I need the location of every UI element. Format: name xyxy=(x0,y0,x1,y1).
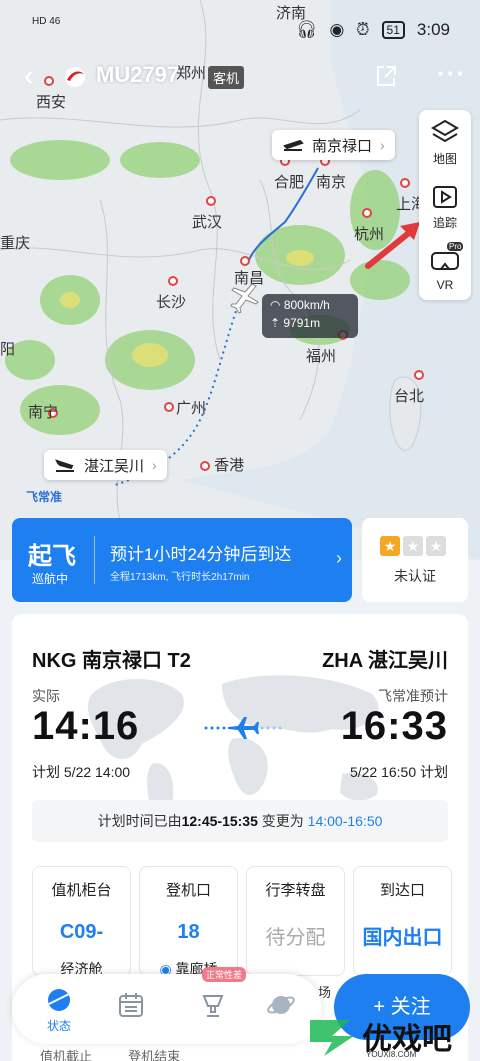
departure-planned: 计划 5/22 14:00 xyxy=(32,764,131,780)
altitude-icon: ⇡ xyxy=(270,316,284,330)
alarm-icon: ⏰︎ xyxy=(356,20,370,39)
next-section-peek: 值机截止 登机结束 xyxy=(40,1049,181,1061)
boarding-gate-tile[interactable]: 登机口 18 ◉ 靠廊桥 xyxy=(139,866,238,977)
eta-text: 预计1小时24分钟后到达 xyxy=(110,545,292,564)
nav-punctuality[interactable] xyxy=(188,990,238,1023)
top-navigation: ‹ MU2797 客机 ··· xyxy=(0,58,480,98)
city-label: 阳 xyxy=(0,341,16,358)
baggage-carousel-tile[interactable]: 行李转盘 待分配 xyxy=(246,866,345,976)
clock: 3:09 xyxy=(416,20,450,39)
speed-gauge-icon: ◠ xyxy=(270,298,284,312)
checkin-counter-tile[interactable]: 值机柜台 C09- 经济舱 xyxy=(32,866,131,977)
site-watermark: 优戏吧 YOUXI8.COM xyxy=(300,1010,480,1061)
chevron-right-icon: › xyxy=(336,548,342,568)
flight-speed-panel[interactable]: ◠ 800km/h ⇡ 9791m xyxy=(262,294,358,338)
departure-time-label: 实际 xyxy=(32,688,60,704)
globe-plane-icon xyxy=(48,989,70,1011)
departure-time: 14:16 xyxy=(32,704,140,748)
flight-state: 起飞 xyxy=(28,543,76,570)
battery-indicator: 51 xyxy=(381,21,405,39)
city-marker: 香港 xyxy=(200,454,244,475)
eye-icon: ◉ xyxy=(329,20,345,39)
more-options-button[interactable]: ··· xyxy=(437,58,466,89)
city-marker: 广州 xyxy=(162,398,206,418)
certification-label: 未认证 xyxy=(394,568,436,584)
landing-icon xyxy=(55,459,74,472)
destination-airport-label[interactable]: 湛江吴川 › xyxy=(44,450,167,480)
airport-info-tiles: 值机柜台 C09- 经济舱 登机口 18 ◉ 靠廊桥 行李转盘 待分配 到达口 … xyxy=(32,866,452,977)
chevron-right-icon: › xyxy=(152,457,157,473)
aircraft-type-badge: 客机 xyxy=(208,66,245,89)
airline-logo-icon xyxy=(65,67,85,87)
map-tools-panel: 地图 追踪 Pro VR xyxy=(419,110,471,300)
planet-icon xyxy=(267,996,295,1014)
arrival-airport[interactable]: ZHA 湛江吴川 xyxy=(322,644,448,673)
departure-airport[interactable]: NKG 南京禄口 T2 xyxy=(32,644,191,673)
punctuality-badge: 正常性差 xyxy=(202,967,247,982)
certification-card[interactable]: ★ ★ ★ 未认证 xyxy=(362,518,468,602)
flight-substate: 巡航中 xyxy=(32,572,69,586)
star-icon: ★ xyxy=(380,536,400,556)
headphone-icon: 🎧︎ xyxy=(295,20,318,39)
divider xyxy=(94,536,95,584)
bottom-navigation: 状态 正常性差 xyxy=(12,967,322,1044)
track-replay-button[interactable]: 追踪 xyxy=(419,182,471,231)
arrival-planned: 5/22 16:50 计划 xyxy=(349,764,448,780)
signal-indicators: HD 46 xyxy=(32,16,61,27)
calendar-icon xyxy=(119,993,143,1017)
vr-view-button[interactable]: Pro VR xyxy=(419,242,471,292)
arrival-time-label: 飞常准预计 xyxy=(378,688,448,704)
schedule-change-notice: 计划时间已由12:45-15:35 变更为 14:00-16:50 xyxy=(32,800,448,842)
nav-calendar[interactable] xyxy=(106,990,156,1023)
star-icon: ★ xyxy=(403,536,423,556)
back-button[interactable]: ‹ xyxy=(24,60,33,92)
layers-icon xyxy=(431,119,459,143)
flight-number: MU2797 xyxy=(96,62,180,87)
flight-status-card[interactable]: 起飞 巡航中 预计1小时24分钟后到达 全程1713km, 飞行时长2h17mi… xyxy=(12,518,352,602)
arrival-time: 16:33 xyxy=(340,704,448,748)
rating-stars: ★ ★ ★ xyxy=(380,536,446,556)
star-icon: ★ xyxy=(426,536,446,556)
nav-status[interactable]: 状态 xyxy=(34,984,84,1034)
share-icon[interactable] xyxy=(374,64,398,88)
watermark-logo-icon xyxy=(310,1020,354,1056)
trophy-icon xyxy=(202,995,224,1017)
arrival-exit-tile[interactable]: 到达口 国内出口 xyxy=(353,866,452,976)
map-brand-label: 飞常准 xyxy=(26,490,63,504)
nav-discover[interactable] xyxy=(256,990,306,1023)
play-video-icon xyxy=(433,186,457,208)
city-marker: 南宁 xyxy=(28,404,59,421)
flight-distance-duration: 全程1713km, 飞行时长2h17min xyxy=(110,572,250,583)
map-layer-button[interactable]: 地图 xyxy=(419,118,471,167)
flight-progress-icon xyxy=(204,717,282,739)
city-marker: 台北 xyxy=(394,366,424,406)
system-status-bar: HD 46 🎧︎ ◉ ⏰︎ 51 3:09 xyxy=(0,0,480,60)
pro-badge: Pro xyxy=(447,242,464,251)
